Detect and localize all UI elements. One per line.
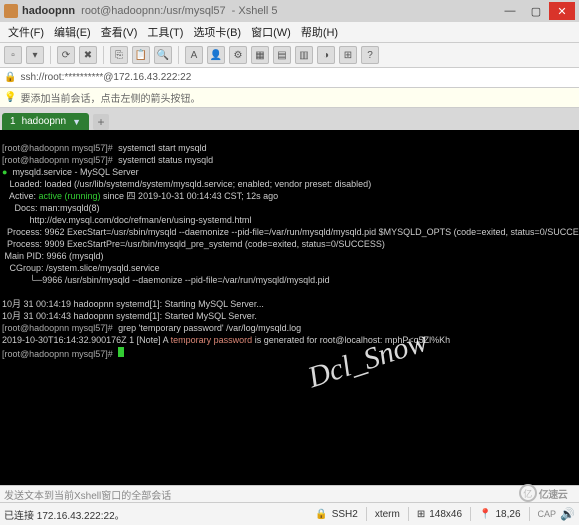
tip-text: 要添加当前会话，点击左侧的箭头按钮。 <box>20 90 200 105</box>
bulb-icon: 💡 <box>4 92 16 103</box>
caps-indicator: CAP <box>538 509 557 519</box>
status-separator <box>470 507 471 521</box>
font-color-icon[interactable]: A <box>185 46 203 64</box>
grid-icon: ⊞ <box>417 509 425 520</box>
lock-icon: 🔒 <box>315 509 327 520</box>
toolbar: ▫ ▾ ⟳ ✖ ⎘ 📋 🔍 A 👤 ⚙ ▦ ▤ ▥ ◑ ⊞ ? <box>0 42 579 68</box>
toolbar-separator <box>103 46 104 64</box>
gear-icon[interactable]: ⚙ <box>229 46 247 64</box>
maximize-button[interactable]: ▢ <box>523 2 549 20</box>
terminal-cursor <box>118 347 124 357</box>
address-bar[interactable]: 🔒 ssh://root:**********@172.16.43.222:22 <box>0 68 579 88</box>
tip-bar: 💡 要添加当前会话，点击左侧的箭头按钮。 <box>0 88 579 108</box>
paste-icon[interactable]: 📋 <box>132 46 150 64</box>
tab-index: 1 <box>10 116 16 127</box>
menu-view[interactable]: 查看(V) <box>97 22 142 42</box>
brand-text: 亿速云 <box>539 486 568 501</box>
tile-icon[interactable]: ▦ <box>251 46 269 64</box>
app-name: - Xshell 5 <box>232 5 278 17</box>
terminal-pane[interactable]: [root@hadoopnn mysql57]# systemctl start… <box>0 130 579 485</box>
app-icon <box>4 4 18 18</box>
cursor-position: 18,26 <box>496 509 521 520</box>
toolbar-separator <box>50 46 51 64</box>
find-icon[interactable]: 🔍 <box>154 46 172 64</box>
tab-close-icon[interactable]: ▼ <box>72 117 81 127</box>
speaker-icon[interactable]: 🔊 <box>560 507 575 521</box>
menu-bar: 文件(F) 编辑(E) 查看(V) 工具(T) 选项卡(B) 窗口(W) 帮助(… <box>0 22 579 42</box>
brand-icon: 亿 <box>519 484 537 502</box>
session-tab[interactable]: 1 hadoopnn ▼ <box>2 113 89 130</box>
menu-window[interactable]: 窗口(W) <box>247 22 295 42</box>
close-button[interactable]: ✕ <box>549 2 575 20</box>
minimize-button[interactable]: — <box>497 2 523 20</box>
status-separator <box>529 507 530 521</box>
menu-tools[interactable]: 工具(T) <box>143 22 187 42</box>
window-titlebar: hadoopnn root@hadoopnn:/usr/mysql57 - Xs… <box>0 0 579 22</box>
menu-file[interactable]: 文件(F) <box>4 22 48 42</box>
profile-icon[interactable]: 👤 <box>207 46 225 64</box>
disconnect-icon[interactable]: ✖ <box>79 46 97 64</box>
status-separator <box>366 507 367 521</box>
open-session-icon[interactable]: ▾ <box>26 46 44 64</box>
reconnect-icon[interactable]: ⟳ <box>57 46 75 64</box>
toolbar-icon[interactable]: ◑ <box>317 46 335 64</box>
terminal-size: 148x46 <box>429 509 462 520</box>
lock-icon: 🔒 <box>4 72 16 83</box>
toolbar-icon[interactable]: ⊞ <box>339 46 357 64</box>
brand-watermark: 亿 亿速云 <box>515 482 571 504</box>
toolbar-icon[interactable]: ▥ <box>295 46 313 64</box>
new-tab-button[interactable]: + <box>93 114 109 130</box>
copy-icon[interactable]: ⎘ <box>110 46 128 64</box>
menu-tabs[interactable]: 选项卡(B) <box>189 22 245 42</box>
tab-strip: 1 hadoopnn ▼ + <box>0 108 579 130</box>
session-name: hadoopnn <box>22 5 75 17</box>
status-separator <box>408 507 409 521</box>
location-icon: 📍 <box>479 509 491 520</box>
address-text: ssh://root:**********@172.16.43.222:22 <box>20 72 191 83</box>
menu-edit[interactable]: 编辑(E) <box>50 22 95 42</box>
input-hint-bar[interactable]: 发送文本到当前Xshell窗口的全部会话 <box>0 485 579 503</box>
protocol-label: SSH2 <box>332 509 358 520</box>
help-icon[interactable]: ? <box>361 46 379 64</box>
connection-status: 已连接 172.16.43.222:22。 <box>4 507 125 522</box>
toolbar-separator <box>178 46 179 64</box>
status-bar: 已连接 172.16.43.222:22。 🔒 SSH2 xterm ⊞ 148… <box>0 503 579 525</box>
menu-help[interactable]: 帮助(H) <box>297 22 342 42</box>
session-path: root@hadoopnn:/usr/mysql57 <box>81 5 225 17</box>
terminal-type: xterm <box>375 509 400 520</box>
toolbar-icon[interactable]: ▤ <box>273 46 291 64</box>
tab-label: hadoopnn <box>22 116 67 127</box>
new-session-icon[interactable]: ▫ <box>4 46 22 64</box>
